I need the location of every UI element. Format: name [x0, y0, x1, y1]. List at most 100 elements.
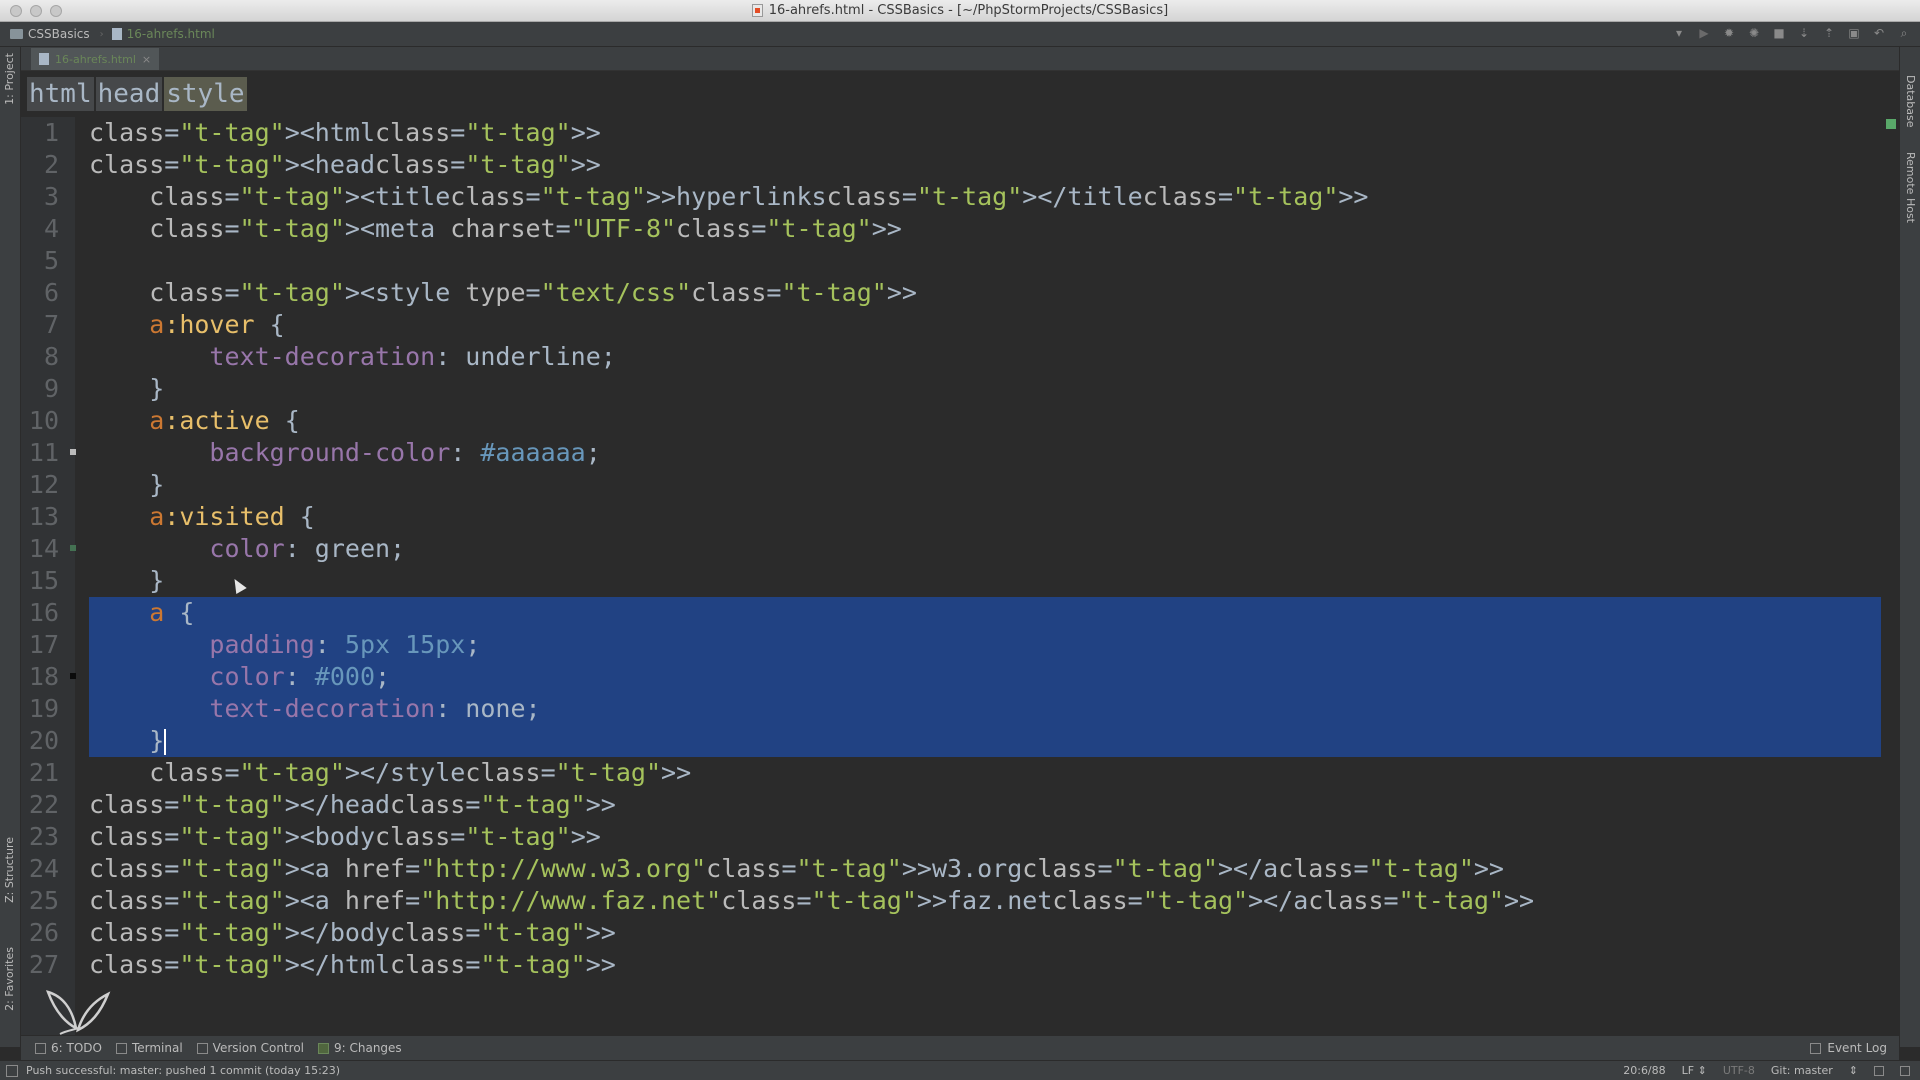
editor-tab-label: 16-ahrefs.html: [55, 52, 136, 66]
vcs-update-icon[interactable]: ⇣: [1796, 25, 1812, 41]
line-number: 6: [43, 278, 59, 307]
todo-tool-button[interactable]: 6: TODO: [35, 1041, 102, 1055]
line-separator[interactable]: LF ⇕: [1682, 1064, 1707, 1077]
code-line[interactable]: 24 class="t-tag"><a href="http://www.w3.o…: [29, 853, 1881, 885]
tool-window-bar: 6: TODO Terminal Version Control 9: Chan…: [21, 1035, 1899, 1060]
terminal-tool-button[interactable]: Terminal: [115, 1041, 183, 1055]
code-line[interactable]: 6 class="t-tag"><style type="text/css"cl…: [44, 277, 1881, 309]
lock-icon[interactable]: [1874, 1065, 1884, 1076]
code-line[interactable]: 7 a:hover {: [44, 309, 1881, 341]
line-number: 8: [43, 342, 59, 371]
code-line-text: }: [89, 374, 165, 403]
database-tool-tab[interactable]: Database: [1904, 75, 1917, 128]
terminal-icon: [115, 1042, 127, 1054]
code-line-text: class="t-tag"><headclass="t-tag">>: [89, 150, 601, 179]
changes-tool-button[interactable]: 9: Changes: [318, 1041, 402, 1055]
code-area[interactable]: 1 class="t-tag"><htmlclass="t-tag">> 2 clas…: [29, 117, 1881, 981]
status-bar: Push successful: master: pushed 1 commit…: [0, 1060, 1920, 1080]
editor-tab-16-ahrefs[interactable]: 16-ahrefs.html ×: [31, 48, 160, 70]
coverage-icon[interactable]: ✺: [1746, 25, 1762, 41]
remote-host-tool-tab[interactable]: Remote Host: [1904, 152, 1917, 223]
code-line[interactable]: 21 class="t-tag"></styleclass="t-tag">>: [29, 757, 1881, 789]
code-editor[interactable]: 1 class="t-tag"><htmlclass="t-tag">> 2 clas…: [21, 117, 1881, 1035]
changes-label: 9: Changes: [334, 1041, 402, 1055]
code-line[interactable]: 23 class="t-tag"><bodyclass="t-tag">>: [29, 821, 1881, 853]
search-icon[interactable]: ⌕: [1896, 25, 1912, 41]
close-window-button[interactable]: [10, 5, 22, 17]
event-log-button[interactable]: Event Log: [1810, 1041, 1887, 1055]
code-line[interactable]: 15 }: [29, 565, 1881, 597]
code-line[interactable]: 26 class="t-tag"></bodyclass="t-tag">>: [29, 917, 1881, 949]
breadcrumb-head[interactable]: head: [95, 77, 163, 111]
code-line[interactable]: 1 class="t-tag"><htmlclass="t-tag">>: [44, 117, 1881, 149]
nav-separator-icon: ›: [99, 28, 104, 40]
code-line-text: a:active {: [149, 406, 300, 435]
stop-icon[interactable]: ■: [1771, 25, 1787, 41]
code-line[interactable]: 11 background-color: #aaaaaa;: [29, 437, 1881, 469]
code-line[interactable]: 10 a:active {: [29, 405, 1881, 437]
line-number: 13: [28, 502, 59, 531]
nav-file[interactable]: 16-ahrefs.html: [111, 27, 215, 41]
code-line[interactable]: 14 color: green;: [29, 533, 1881, 565]
vcs-commit-icon[interactable]: ⇡: [1821, 25, 1837, 41]
tool-windows-toggle-icon[interactable]: [6, 1064, 18, 1077]
line-number: 27: [28, 950, 59, 979]
code-line[interactable]: 5: [44, 245, 1881, 277]
code-line[interactable]: 4 class="t-tag"><meta charset="UTF-8"cla…: [44, 213, 1881, 245]
change-marker-icon[interactable]: [70, 545, 76, 551]
code-line[interactable]: 8 text-decoration: underline;: [44, 341, 1881, 373]
code-line[interactable]: 19 text-decoration: none;: [29, 693, 1881, 725]
line-number: 12: [28, 470, 59, 499]
debug-icon[interactable]: ✹: [1721, 25, 1737, 41]
code-line[interactable]: 22 class="t-tag"></headclass="t-tag">>: [29, 789, 1881, 821]
code-line[interactable]: 9 }: [44, 373, 1881, 405]
code-line[interactable]: 2 class="t-tag"><headclass="t-tag">>: [44, 149, 1881, 181]
todo-label: 6: TODO: [51, 1041, 102, 1055]
nav-project[interactable]: CSSBasics: [10, 27, 90, 41]
structure-tool-tab[interactable]: Z: Structure: [3, 837, 16, 903]
run-icon[interactable]: ▶: [1696, 25, 1712, 41]
editor-scrollbar[interactable]: [1884, 117, 1896, 947]
code-line[interactable]: 13 a:visited {: [29, 501, 1881, 533]
breadcrumb-html[interactable]: html: [27, 77, 94, 111]
undo-icon[interactable]: ↶: [1871, 25, 1887, 41]
code-line[interactable]: 12 }: [29, 469, 1881, 501]
zoom-window-button[interactable]: [50, 5, 62, 17]
code-line[interactable]: 17 padding: 5px 15px;: [29, 629, 1881, 661]
line-number: 24: [28, 854, 59, 883]
code-line[interactable]: 16 a {: [29, 597, 1881, 629]
line-number: 23: [28, 822, 59, 851]
line-number: 1: [43, 118, 59, 147]
code-line-text: a:visited {: [149, 502, 315, 531]
change-marker-icon[interactable]: [70, 673, 76, 679]
minimize-window-button[interactable]: [30, 5, 42, 17]
todo-icon: [35, 1042, 46, 1054]
editor-tabs: 16-ahrefs.html ×: [21, 47, 1899, 71]
settings-icon[interactable]: ▣: [1846, 25, 1862, 41]
line-number: 3: [43, 182, 59, 211]
change-marker-icon[interactable]: [70, 449, 76, 455]
code-line[interactable]: 18 color: #000;: [29, 661, 1881, 693]
run-config-dropdown-icon[interactable]: ▾: [1671, 25, 1687, 41]
code-line[interactable]: 20 }: [29, 725, 1881, 757]
code-line-text: class="t-tag"></styleclass="t-tag">>: [149, 758, 692, 787]
breadcrumb-style[interactable]: style: [164, 77, 247, 111]
inspector-icon[interactable]: [1900, 1065, 1910, 1076]
code-line-text: }: [89, 470, 165, 499]
project-tool-tab[interactable]: 1: Project: [3, 53, 16, 105]
line-number: 11: [28, 438, 59, 467]
code-line-text: class="t-tag"><a href="http://www.faz.ne…: [89, 886, 1535, 915]
close-tab-icon[interactable]: ×: [142, 53, 151, 66]
git-branch[interactable]: Git: master: [1771, 1064, 1833, 1077]
main-toolbar: ▾ ▶ ✹ ✺ ■ ⇣ ⇡ ▣ ↶ ⌕: [1671, 25, 1912, 41]
code-line[interactable]: 27 class="t-tag"></htmlclass="t-tag">>: [29, 949, 1881, 981]
caret-position[interactable]: 20:6/88: [1623, 1064, 1665, 1077]
status-message[interactable]: Push successful: master: pushed 1 commit…: [26, 1064, 340, 1077]
file-encoding[interactable]: UTF-8: [1723, 1064, 1755, 1077]
version-control-tool-button[interactable]: Version Control: [196, 1041, 304, 1055]
favorites-tool-tab[interactable]: 2: Favorites: [3, 947, 16, 1011]
line-number: 19: [28, 694, 59, 723]
file-icon: [39, 53, 49, 65]
code-line[interactable]: 25 class="t-tag"><a href="http://www.faz.…: [29, 885, 1881, 917]
code-line[interactable]: 3 class="t-tag"><titleclass="t-tag">>hyp…: [44, 181, 1881, 213]
